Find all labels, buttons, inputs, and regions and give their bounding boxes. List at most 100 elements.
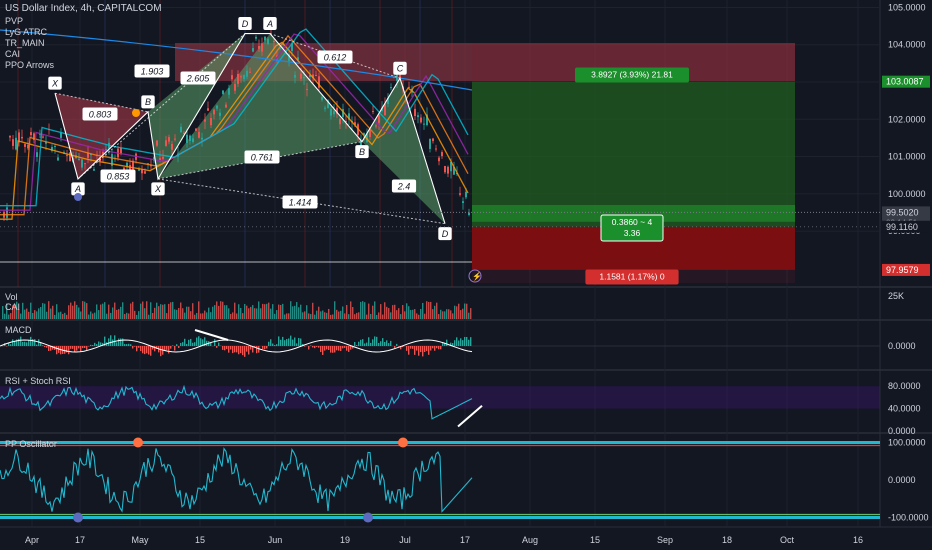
indicator-pvp[interactable]: PVP bbox=[5, 16, 23, 27]
macd-bar bbox=[146, 346, 148, 354]
indicator-lyg-atrc[interactable]: LyG ATRC bbox=[5, 27, 47, 38]
macd-bar bbox=[28, 340, 30, 346]
pp-axis-tick-0: 100.0000 bbox=[888, 438, 926, 448]
volume-bar bbox=[40, 306, 42, 319]
candle-body bbox=[141, 169, 143, 174]
macd-bar bbox=[266, 346, 268, 349]
candle-body bbox=[57, 157, 59, 161]
point-label-a-5: A bbox=[263, 17, 277, 31]
candle-body bbox=[159, 158, 161, 160]
volume-bar bbox=[232, 312, 234, 319]
indicator-ppo-arrows[interactable]: PPO Arrows bbox=[5, 60, 54, 71]
point-label-b-6-text: B bbox=[359, 147, 365, 157]
chart-canvas[interactable]: X A B X D A B C D 0.803 1.903 2.605 0.853 0.761 0.612 1… bbox=[0, 0, 932, 550]
macd-bar bbox=[304, 346, 306, 347]
point-label-c-7: C bbox=[393, 61, 407, 75]
volume-bar bbox=[390, 312, 392, 319]
volume-bar bbox=[110, 312, 112, 319]
volume-bar bbox=[318, 306, 320, 319]
candle-body bbox=[369, 130, 371, 137]
macd-bar bbox=[166, 346, 168, 350]
ratio-label-2: 2.605 bbox=[180, 71, 216, 85]
volume-bar bbox=[414, 309, 416, 319]
macd-bar bbox=[268, 341, 270, 346]
macd-bar bbox=[118, 338, 120, 346]
date-tick-0: Apr bbox=[25, 535, 39, 545]
macd-bar bbox=[264, 346, 266, 350]
volume-bar bbox=[242, 313, 244, 319]
volume-bar bbox=[268, 302, 270, 319]
volume-bar bbox=[188, 306, 190, 319]
volume-bar bbox=[130, 303, 132, 319]
volume-bar bbox=[78, 307, 80, 319]
point-label-d-8: D bbox=[438, 227, 452, 241]
volume-bar bbox=[140, 303, 142, 319]
macd-bar bbox=[282, 336, 284, 346]
volume-bar bbox=[20, 313, 22, 319]
volume-bar bbox=[408, 306, 410, 319]
ratio-label-7-text: 2.4 bbox=[397, 181, 411, 191]
volume-bar bbox=[240, 308, 242, 319]
candle-body bbox=[21, 136, 23, 139]
volume-bar bbox=[116, 309, 118, 319]
volume-bar bbox=[36, 311, 38, 319]
price-tick-1: 104.0000 bbox=[888, 40, 926, 50]
macd-bar bbox=[218, 342, 220, 346]
macd-bar bbox=[94, 342, 96, 346]
volume-bar bbox=[212, 306, 214, 319]
volume-bar bbox=[178, 307, 180, 319]
macd-bar bbox=[422, 346, 424, 357]
candle-body bbox=[333, 111, 335, 115]
macd-bar bbox=[80, 346, 82, 352]
volume-bar bbox=[264, 304, 266, 319]
macd-bar bbox=[116, 342, 118, 346]
point-label-d-4: D bbox=[238, 17, 252, 31]
macd-bar bbox=[416, 346, 418, 351]
volume-bar bbox=[270, 308, 272, 319]
macd-bar bbox=[372, 339, 374, 346]
ratio-label-4: 0.761 bbox=[244, 150, 280, 164]
macd-bar bbox=[170, 346, 172, 349]
macd-bar bbox=[44, 346, 46, 348]
macd-bar bbox=[232, 346, 234, 354]
volume-bar bbox=[202, 313, 204, 319]
point-label-d-4-text: D bbox=[242, 19, 249, 29]
volume-bar bbox=[238, 304, 240, 319]
volume-bar bbox=[258, 301, 260, 319]
volume-bar bbox=[368, 303, 370, 319]
candle-body bbox=[447, 166, 449, 174]
volume-bar bbox=[300, 304, 302, 319]
volume-pane-sub: CAI bbox=[5, 302, 21, 312]
candle-body bbox=[237, 73, 239, 84]
volume-bar bbox=[292, 306, 294, 319]
candle-body bbox=[219, 112, 221, 116]
macd-bar bbox=[46, 346, 48, 348]
macd-bar bbox=[184, 338, 186, 346]
candle-body bbox=[261, 43, 263, 52]
indicator-cai[interactable]: CAI bbox=[5, 49, 20, 60]
date-tick-9: 15 bbox=[590, 535, 600, 545]
volume-bar bbox=[376, 314, 378, 319]
price-tick-3: 102.0000 bbox=[888, 114, 926, 124]
candle-body bbox=[189, 135, 191, 141]
macd-bar bbox=[394, 346, 396, 349]
macd-bar bbox=[36, 344, 38, 346]
volume-bar bbox=[68, 305, 70, 319]
macd-bar bbox=[328, 346, 330, 350]
volume-bar bbox=[440, 309, 442, 319]
macd-bar bbox=[246, 346, 248, 352]
indicator-tr-main[interactable]: TR_MAIN bbox=[5, 38, 45, 49]
macd-bar bbox=[228, 346, 230, 353]
macd-bar bbox=[310, 345, 312, 346]
volume-bar bbox=[446, 309, 448, 319]
volume-bar bbox=[428, 301, 430, 319]
macd-bar bbox=[48, 346, 50, 351]
ratio-label-5-text: 0.612 bbox=[324, 52, 347, 62]
volume-bar bbox=[396, 310, 398, 319]
symbol-title[interactable]: US Dollar Index, 4h, CAPITALCOM bbox=[5, 3, 162, 14]
candle-body bbox=[252, 48, 254, 52]
volume-bar bbox=[304, 311, 306, 319]
volume-bar bbox=[186, 306, 188, 319]
volume-bar bbox=[56, 304, 58, 319]
volume-bar bbox=[316, 310, 318, 319]
